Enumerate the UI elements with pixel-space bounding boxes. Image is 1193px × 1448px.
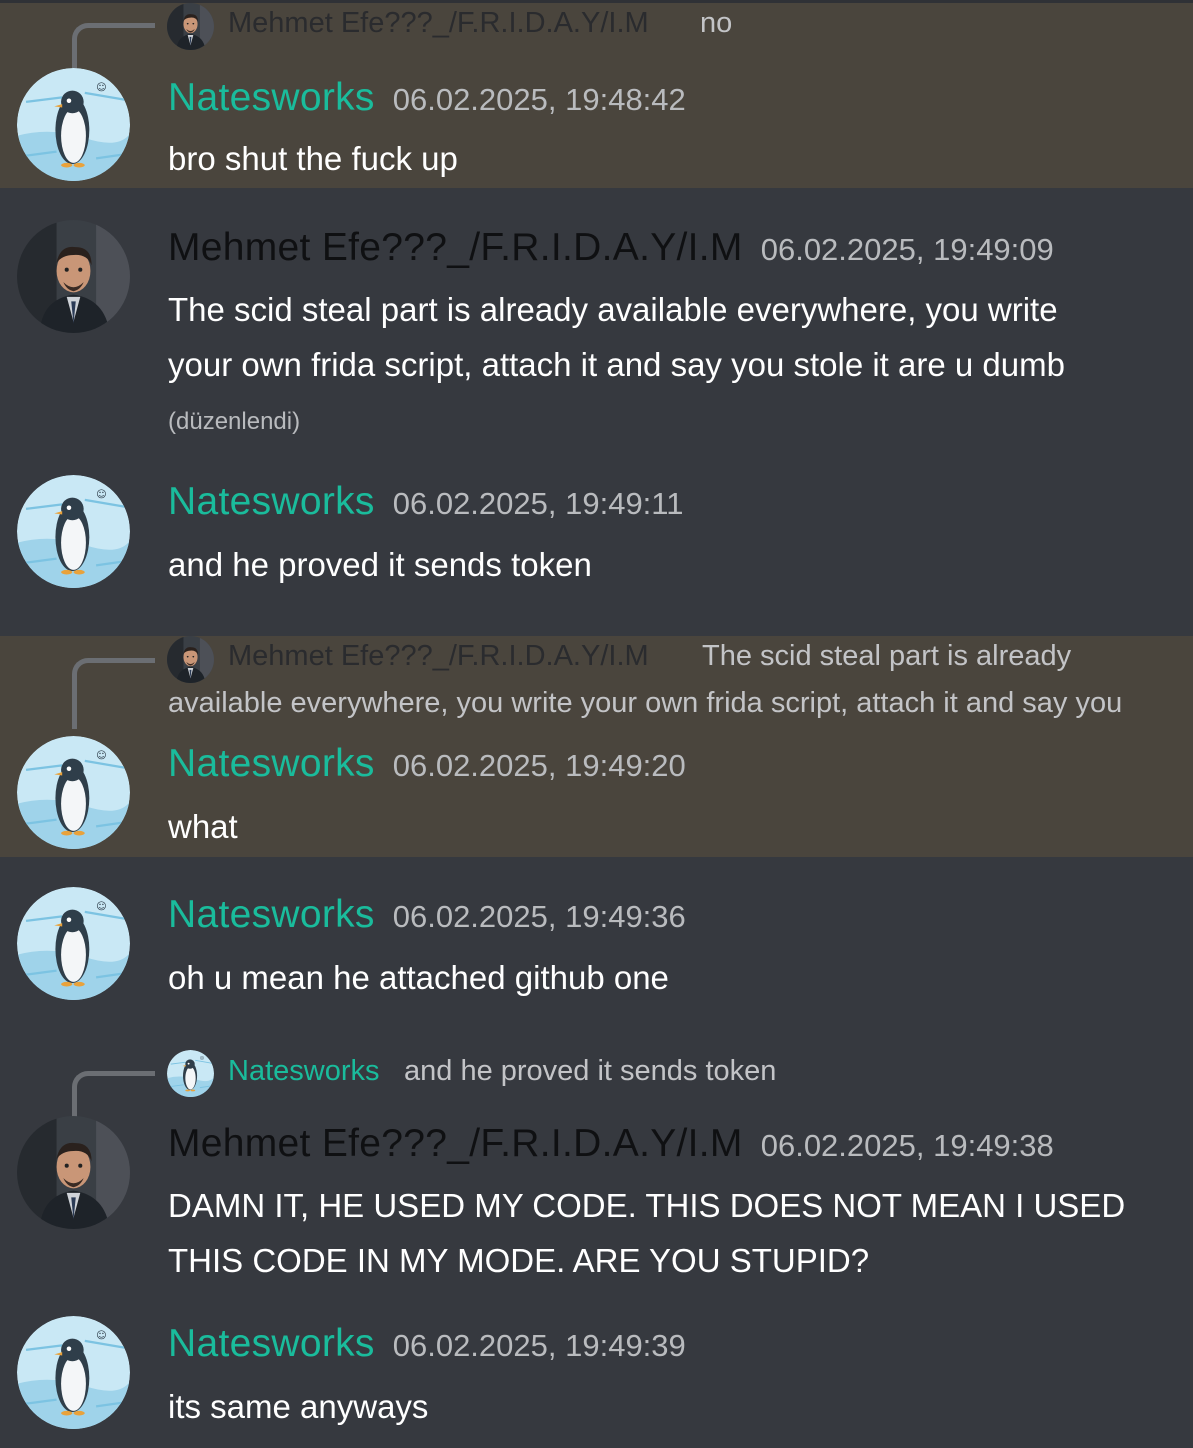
reply-avatar[interactable] [167, 3, 214, 50]
message-header: Natesworks 06.02.2025, 19:49:39 [168, 1322, 686, 1366]
message[interactable]: Mehmet Efe???_/F.R.I.D.A.Y/I.M no Natesw… [0, 3, 1193, 188]
username[interactable]: Mehmet Efe???_/F.R.I.D.A.Y/I.M [168, 226, 743, 269]
reply-snippet: The scid steal part is already [702, 640, 1072, 672]
message-line: DAMN IT, HE USED MY CODE. THIS DOES NOT … [168, 1187, 1126, 1224]
timestamp: 06.02.2025, 19:49:11 [392, 486, 684, 521]
message[interactable]: Mehmet Efe???_/F.R.I.D.A.Y/I.M The scid … [0, 636, 1193, 857]
timestamp: 06.02.2025, 19:49:20 [392, 748, 686, 783]
penguin-avatar-icon [17, 887, 130, 1000]
man-portrait-avatar-icon [167, 3, 214, 50]
message-content: bro shut the fuck up [168, 140, 458, 177]
penguin-avatar-icon [17, 1316, 130, 1429]
message-header: Natesworks 06.02.2025, 19:49:36 [168, 893, 686, 937]
message-header: Natesworks 06.02.2025, 19:49:20 [168, 742, 686, 786]
username[interactable]: Natesworks [168, 742, 375, 785]
timestamp: 06.02.2025, 19:48:42 [392, 82, 686, 117]
reply-connector [72, 1071, 155, 1124]
username[interactable]: Natesworks [168, 893, 375, 936]
message-line: your own frida script, attach it and say… [168, 346, 1065, 383]
message[interactable]: Natesworks 06.02.2025, 19:49:11 and he pr… [0, 470, 1193, 636]
man-portrait-avatar-icon [17, 1116, 130, 1229]
avatar[interactable] [17, 1316, 130, 1429]
penguin-avatar-icon [17, 475, 130, 588]
message-content: The scid steal part is already available… [168, 282, 1173, 392]
reply-snippet: no [700, 7, 733, 39]
edited-label: (düzenlendi) [168, 408, 301, 435]
message-content: what [168, 808, 238, 845]
username[interactable]: Natesworks [168, 76, 375, 119]
avatar[interactable] [17, 887, 130, 1000]
timestamp: 06.02.2025, 19:49:39 [392, 1328, 686, 1363]
message-line: THIS CODE IN MY MODE. ARE YOU STUPID? [168, 1242, 870, 1279]
username[interactable]: Natesworks [168, 480, 375, 523]
reply-avatar[interactable] [167, 1050, 214, 1097]
message-content: DAMN IT, HE USED MY CODE. THIS DOES NOT … [168, 1178, 1173, 1288]
reply-avatar[interactable] [167, 636, 214, 683]
message[interactable]: Natesworks 06.02.2025, 19:49:36 oh u mean… [0, 857, 1193, 1037]
message[interactable]: Mehmet Efe???_/F.R.I.D.A.Y/I.M 06.02.2025… [0, 188, 1193, 470]
message-content: oh u mean he attached github one [168, 959, 669, 996]
avatar[interactable] [17, 736, 130, 849]
avatar[interactable] [17, 220, 130, 333]
penguin-avatar-icon [17, 68, 130, 181]
reply-connector [72, 23, 155, 76]
message-line: The scid steal part is already available… [168, 291, 1058, 328]
username[interactable]: Natesworks [168, 1322, 375, 1365]
avatar[interactable] [17, 68, 130, 181]
message-header: Natesworks 06.02.2025, 19:49:11 [168, 480, 683, 524]
message-header: Mehmet Efe???_/F.R.I.D.A.Y/I.M 06.02.2025… [168, 1122, 1054, 1166]
man-portrait-avatar-icon [17, 220, 130, 333]
man-portrait-avatar-icon [167, 636, 214, 683]
reply-snippet: and he proved it sends token [404, 1055, 777, 1087]
message-content: and he proved it sends token [168, 546, 592, 583]
message-header: Natesworks 06.02.2025, 19:48:42 [168, 76, 686, 120]
reply-snippet-continued: available everywhere, you write your own… [168, 687, 1123, 719]
reply-author[interactable]: Mehmet Efe???_/F.R.I.D.A.Y/I.M [228, 7, 649, 40]
message[interactable]: Natesworks and he proved it sends token … [0, 1037, 1193, 1307]
avatar[interactable] [17, 475, 130, 588]
reply-connector [72, 658, 155, 729]
penguin-avatar-icon [167, 1050, 214, 1097]
avatar[interactable] [17, 1116, 130, 1229]
timestamp: 06.02.2025, 19:49:38 [760, 1128, 1054, 1163]
penguin-avatar-icon [17, 736, 130, 849]
message-content: its same anyways [168, 1388, 429, 1425]
timestamp: 06.02.2025, 19:49:36 [392, 899, 686, 934]
reply-author[interactable]: Mehmet Efe???_/F.R.I.D.A.Y/I.M [228, 640, 649, 673]
message[interactable]: Natesworks 06.02.2025, 19:49:39 its same … [0, 1307, 1193, 1448]
message-header: Mehmet Efe???_/F.R.I.D.A.Y/I.M 06.02.2025… [168, 226, 1054, 270]
username[interactable]: Mehmet Efe???_/F.R.I.D.A.Y/I.M [168, 1122, 743, 1165]
reply-author[interactable]: Natesworks [228, 1055, 380, 1088]
timestamp: 06.02.2025, 19:49:09 [760, 232, 1054, 267]
